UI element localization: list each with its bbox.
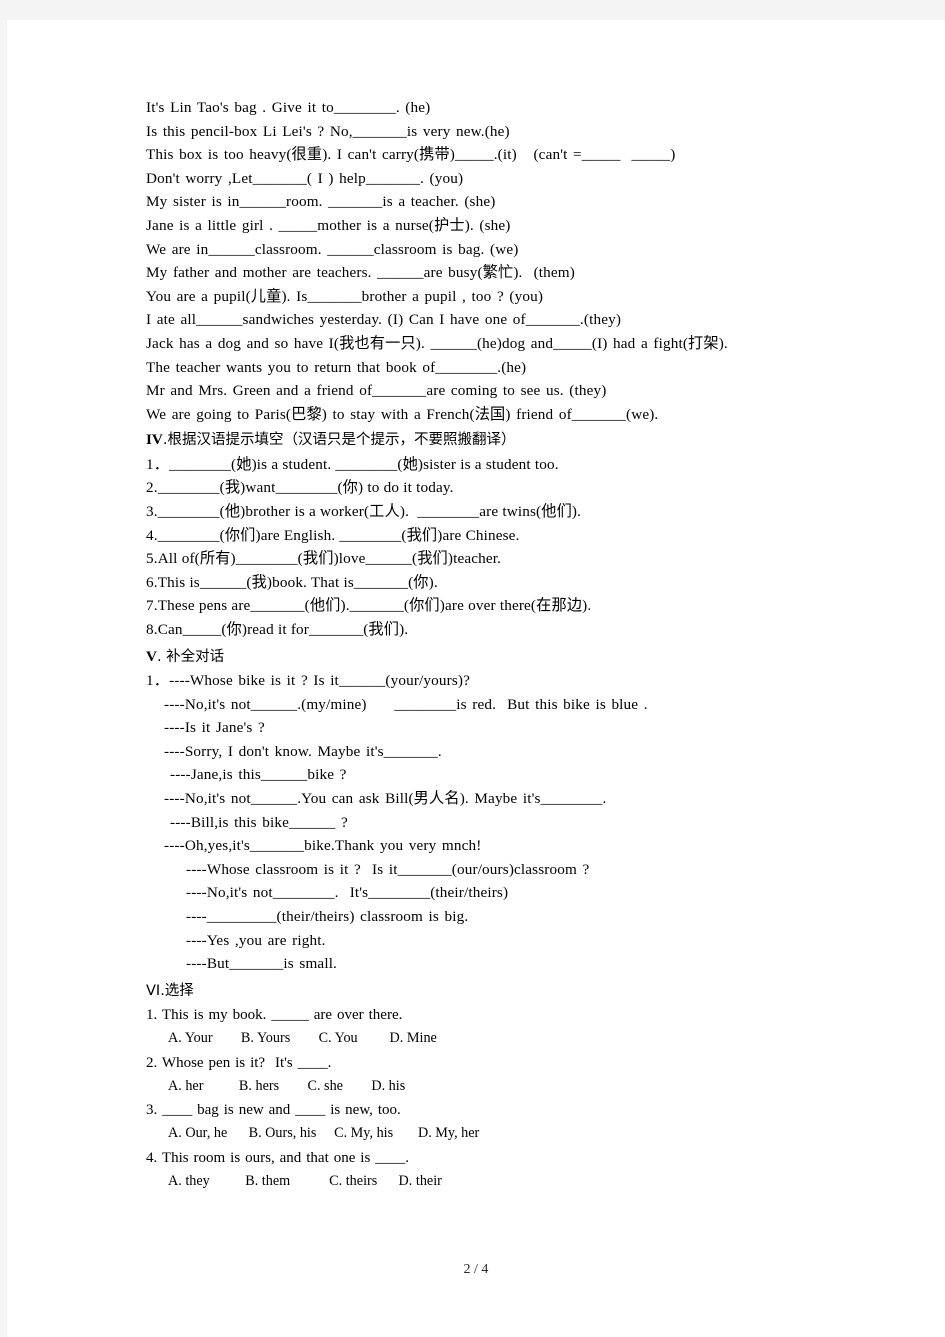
dialogue-line: ----No,it's not________. It's________(th… (186, 884, 509, 902)
sentence-line: Is this pencil-box Li Lei's ? No,_______… (146, 122, 510, 140)
section-five-heading: V. 补全对话 (146, 645, 836, 670)
sentence-line: My father and mother are teachers. _____… (146, 264, 575, 282)
section-six-heading: VI.选择 (146, 979, 836, 1004)
section-four-item: 1．________(她)is a student. ________(她)si… (146, 455, 559, 473)
choice-question: 3. ____ bag is new and ____ is new, too.… (146, 1098, 836, 1146)
sentence-line: Jack has a dog and so have I(我也有一只). ___… (146, 334, 728, 352)
sentence-line: My sister is in______room. _______is a t… (146, 193, 496, 211)
section-four-item: 8.Can_____(你)read it for_______(我们). (146, 620, 409, 638)
dialogue-line: ----Jane,is this______bike ? (170, 766, 347, 784)
sentence-line: We are going to Paris(巴黎) to stay with a… (146, 405, 659, 423)
section-three-sentences: It's Lin Tao's bag . Give it to________.… (146, 96, 836, 426)
dialogue-line: ----Bill,is this bike______ ? (170, 813, 348, 831)
scan-top-margin-strip (0, 0, 945, 20)
sentence-line: Don't worry ,Let_______( I ) help_______… (146, 169, 464, 187)
dialogue-line: ----No,it's not______.You can ask Bill(男… (164, 790, 607, 808)
question-stem: 2. Whose pen is it? It's ____. (146, 1054, 332, 1071)
section-six-heading-text: VI.选择 (146, 982, 194, 999)
sentence-line: We are in______classroom. ______classroo… (146, 240, 519, 258)
sentence-line: You are a pupil(儿童). Is_______brother a … (146, 287, 544, 305)
scan-left-margin-strip (0, 20, 7, 1337)
choice-question: 4. This room is ours, and that one is __… (146, 1146, 836, 1194)
page-footer: 2 / 4 (463, 1262, 489, 1277)
sentence-line: The teacher wants you to return that boo… (146, 358, 527, 376)
sentence-line: Jane is a little girl . _____mother is a… (146, 216, 511, 234)
section-five-heading-text: . 补全对话 (156, 648, 225, 665)
dialogue-line: ----Whose classroom is it ? Is it_______… (186, 860, 590, 878)
dialogue-line: 1．----Whose bike is it ? Is it______(you… (146, 672, 471, 690)
document-content: It's Lin Tao's bag . Give it to________.… (146, 96, 836, 1193)
section-five-numeral: V (146, 647, 157, 665)
sentence-line: I ate all______sandwiches yesterday. (I)… (146, 311, 622, 329)
section-five: V. 补全对话 1．----Whose bike is it ? Is it__… (146, 645, 836, 976)
question-options: A. they B. them C. theirs D. their (168, 1172, 442, 1189)
question-options: A. her B. hers C. she D. his (168, 1077, 406, 1094)
dialogue-line: ----Is it Jane's ? (164, 719, 265, 737)
section-four-item: 7.These pens are_______(他们)._______(你们)a… (146, 597, 592, 615)
dialogue-line: ----_________(their/theirs) classroom is… (186, 908, 469, 925)
section-four-item: 4.________(你们)are English. ________(我们)a… (146, 526, 520, 544)
dialogue-line: ----Sorry, I don't know. Maybe it's_____… (164, 742, 442, 760)
sentence-line: This box is too heavy(很重). I can't carry… (146, 146, 676, 164)
section-four-numeral: IV (146, 431, 163, 449)
question-options: A. Your B. Yours C. You D. Mine (168, 1030, 437, 1047)
section-four: IV.根据汉语提示填空（汉语只是个提示，不要照搬翻译） 1．________(她… (146, 428, 836, 641)
question-stem: 1. This is my book. _____ are over there… (146, 1007, 403, 1024)
section-four-item: 5.All of(所有)________(我们)love______(我们)te… (146, 550, 502, 568)
dialogue-line: ----But_______is small. (186, 955, 338, 973)
section-four-item: 2.________(我)want________(你) to do it to… (146, 479, 454, 497)
choice-question: 1. This is my book. _____ are over there… (146, 1003, 836, 1051)
choice-question: 2. Whose pen is it? It's ____. A. her B.… (146, 1051, 836, 1099)
section-four-heading: IV.根据汉语提示填空（汉语只是个提示，不要照搬翻译） (146, 428, 836, 453)
section-four-heading-text: .根据汉语提示填空（汉语只是个提示，不要照搬翻译） (162, 432, 516, 449)
sentence-line: It's Lin Tao's bag . Give it to________.… (146, 99, 431, 116)
sentence-line: Mr and Mrs. Green and a friend of_______… (146, 382, 607, 400)
question-stem: 4. This room is ours, and that one is __… (146, 1149, 410, 1166)
document-page: It's Lin Tao's bag . Give it to________.… (7, 20, 945, 1337)
section-four-item: 6.This is______(我)book. That is_______(你… (146, 573, 438, 591)
dialogue-line: ----No,it's not______.(my/mine) ________… (164, 695, 648, 713)
question-options: A. Our, he B. Ours, his C. My, his D. My… (168, 1125, 480, 1142)
dialogue-line: ----Yes ,you are right. (186, 931, 326, 949)
question-stem: 3. ____ bag is new and ____ is new, too. (146, 1102, 401, 1119)
section-six: VI.选择 1. This is my book. _____ are over… (146, 979, 836, 1194)
dialogue-line: ----Oh,yes,it's_______bike.Thank you ver… (164, 837, 482, 855)
section-four-item: 3.________(他)brother is a worker(工人). __… (146, 503, 582, 520)
